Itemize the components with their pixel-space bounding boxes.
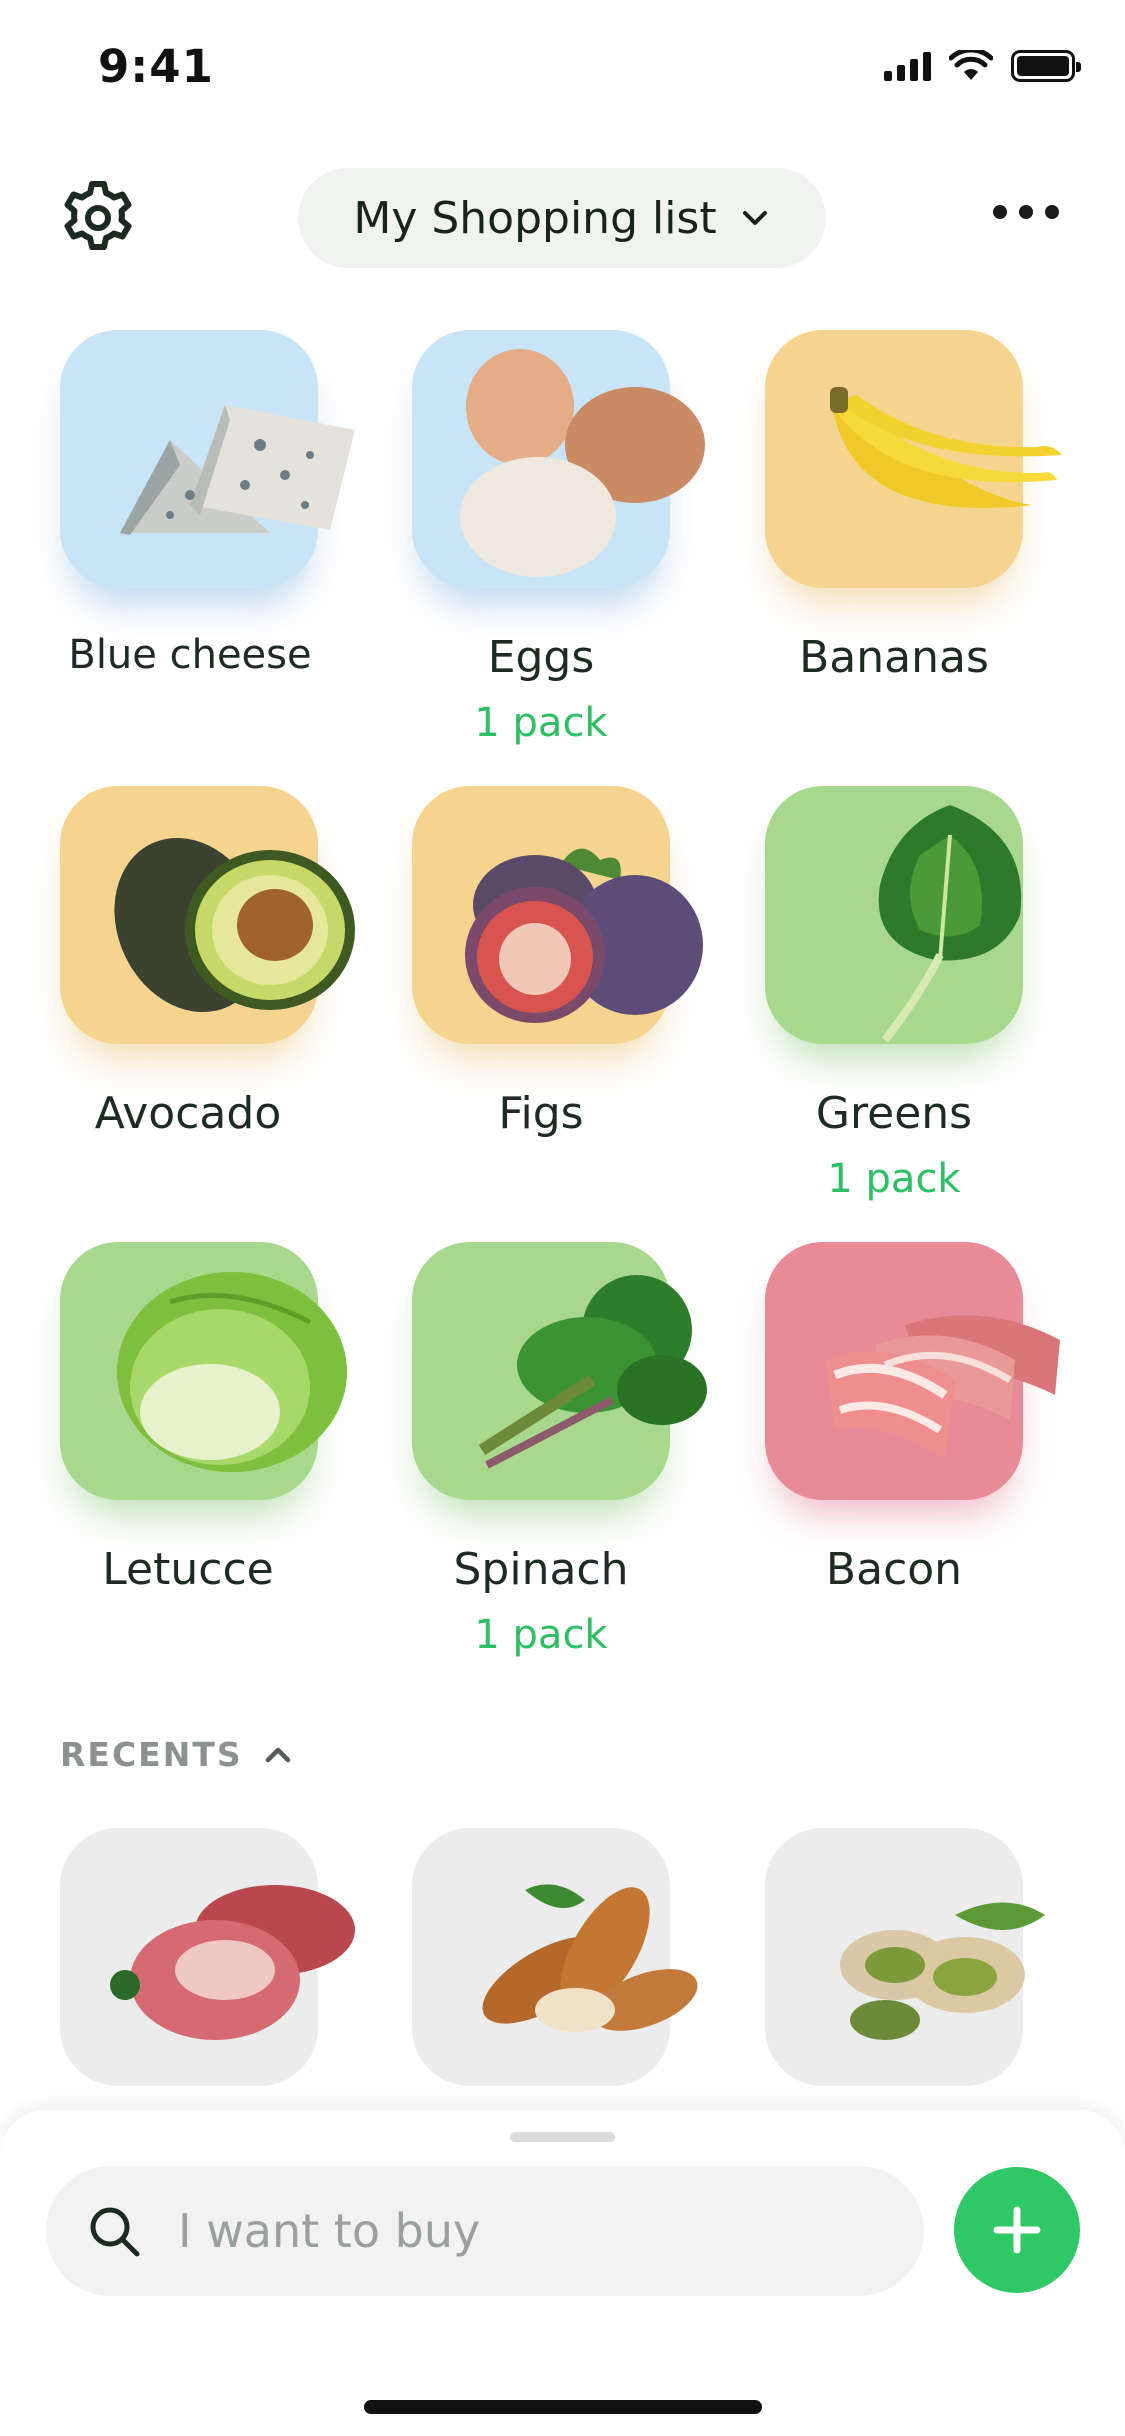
home-indicator bbox=[364, 2400, 762, 2414]
item-name: Eggs bbox=[487, 632, 595, 683]
add-item-button[interactable] bbox=[954, 2167, 1080, 2293]
cellular-signal-icon bbox=[884, 51, 931, 81]
wifi-icon bbox=[949, 50, 993, 80]
search-icon bbox=[90, 2207, 140, 2257]
blue-cheese-image bbox=[120, 405, 355, 535]
bacon-image bbox=[825, 1315, 1060, 1460]
bottom-sheet bbox=[0, 2110, 1125, 2436]
item-name: Bacon bbox=[825, 1544, 963, 1595]
plus-icon bbox=[993, 2206, 1041, 2254]
search-bar[interactable] bbox=[46, 2166, 924, 2296]
meat-image bbox=[110, 1885, 355, 2040]
almonds-image bbox=[482, 1884, 698, 2032]
search-input[interactable] bbox=[176, 2203, 780, 2259]
item-name: Figs bbox=[498, 1088, 584, 1139]
spinach-image bbox=[478, 1275, 707, 1469]
status-icons bbox=[884, 50, 1081, 82]
item-quantity: 1 pack bbox=[474, 700, 608, 746]
battery-icon bbox=[1011, 50, 1081, 82]
greens-image bbox=[878, 805, 1022, 1043]
avocado-image bbox=[114, 837, 355, 1013]
status-time: 9:41 bbox=[98, 40, 214, 93]
bananas-image bbox=[830, 387, 1062, 508]
chevron-up-icon bbox=[265, 1747, 290, 1762]
gear-icon[interactable] bbox=[58, 178, 138, 258]
item-name: Spinach bbox=[453, 1544, 629, 1595]
item-name: Greens bbox=[815, 1088, 973, 1139]
sheet-drag-handle[interactable] bbox=[510, 2132, 615, 2142]
list-title: My Shopping list bbox=[353, 192, 717, 244]
figs-image bbox=[465, 848, 703, 1023]
item-quantity: 1 pack bbox=[474, 1612, 608, 1658]
more-dots-icon[interactable] bbox=[993, 205, 1059, 219]
list-selector[interactable]: My Shopping list bbox=[298, 168, 826, 268]
item-name: Letucce bbox=[102, 1544, 274, 1595]
item-quantity: 1 pack bbox=[827, 1156, 961, 1202]
chevron-down-icon bbox=[742, 211, 767, 225]
item-name: Avocado bbox=[94, 1088, 282, 1139]
item-name: Blue cheese bbox=[68, 632, 312, 678]
recents-header[interactable]: RECENTS bbox=[60, 1735, 295, 1774]
item-name: Bananas bbox=[799, 632, 989, 683]
eggs-image bbox=[460, 349, 705, 577]
pistachios-image bbox=[840, 1902, 1045, 2040]
lettuce-image bbox=[117, 1272, 347, 1472]
recents-title: RECENTS bbox=[60, 1735, 243, 1774]
